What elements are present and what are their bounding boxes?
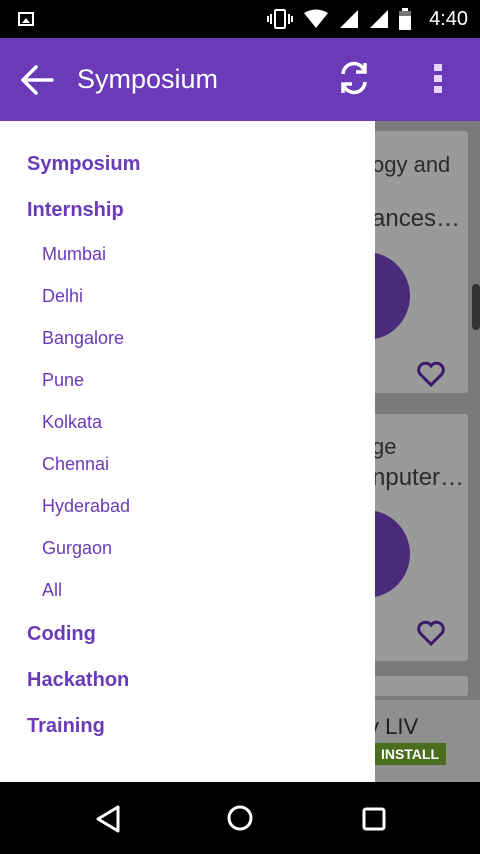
vibrate-icon bbox=[267, 9, 294, 29]
recents-nav-icon[interactable] bbox=[361, 806, 387, 832]
drawer-item-mumbai[interactable]: Mumbai bbox=[42, 244, 106, 265]
install-button[interactable]: INSTALL bbox=[374, 743, 446, 765]
drawer-item-gurgaon[interactable]: Gurgaon bbox=[42, 538, 112, 559]
drawer-item-all[interactable]: All bbox=[42, 580, 62, 601]
drawer-item-symposium[interactable]: Symposium bbox=[27, 153, 140, 176]
clock: 4:40 bbox=[429, 7, 468, 30]
event-card-partial[interactable] bbox=[360, 676, 468, 696]
page-title: Symposium bbox=[77, 64, 219, 94]
card-title-line: nputer… bbox=[372, 464, 465, 491]
drawer-item-chennai[interactable]: Chennai bbox=[42, 454, 109, 475]
signal-icon-2 bbox=[370, 10, 389, 28]
status-bar: 4:40 bbox=[0, 0, 480, 38]
favorite-icon[interactable] bbox=[417, 361, 445, 387]
drawer-item-delhi[interactable]: Delhi bbox=[42, 286, 83, 307]
wifi-icon bbox=[304, 9, 329, 28]
system-navigation-bar bbox=[0, 782, 480, 854]
favorite-icon[interactable] bbox=[417, 620, 445, 646]
drawer-item-hyderabad[interactable]: Hyderabad bbox=[42, 496, 130, 517]
card-title-line: ge bbox=[372, 434, 397, 459]
drawer-item-coding[interactable]: Coding bbox=[27, 623, 96, 646]
refresh-icon[interactable] bbox=[336, 60, 372, 96]
image-notification-icon bbox=[18, 12, 34, 26]
drawer-item-bangalore[interactable]: Bangalore bbox=[42, 328, 124, 349]
app-bar: Symposium bbox=[0, 38, 480, 121]
drawer-item-training[interactable]: Training bbox=[27, 715, 105, 738]
back-nav-icon[interactable] bbox=[94, 804, 122, 834]
drawer-item-hackathon[interactable]: Hackathon bbox=[27, 669, 129, 692]
drawer-item-pune[interactable]: Pune bbox=[42, 370, 84, 391]
signal-icon bbox=[340, 10, 359, 28]
ad-text: y LIV bbox=[368, 714, 419, 739]
drawer-item-kolkata[interactable]: Kolkata bbox=[42, 412, 102, 433]
card-title-line: ances… bbox=[372, 205, 461, 232]
navigation-drawer: Symposium Internship Mumbai Delhi Bangal… bbox=[0, 121, 375, 782]
back-arrow-icon[interactable] bbox=[20, 64, 54, 96]
more-vert-icon[interactable] bbox=[430, 62, 446, 96]
home-nav-icon[interactable] bbox=[226, 804, 254, 832]
card-title-line: ogy and bbox=[372, 152, 451, 177]
scrollbar-thumb[interactable] bbox=[472, 284, 480, 330]
drawer-item-internship[interactable]: Internship bbox=[27, 199, 124, 222]
battery-icon bbox=[399, 8, 412, 30]
